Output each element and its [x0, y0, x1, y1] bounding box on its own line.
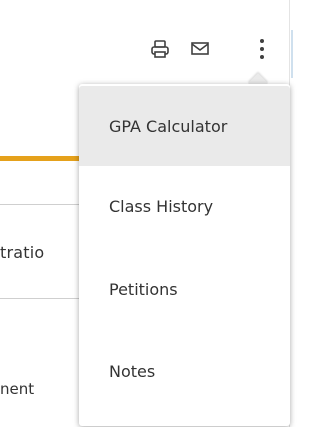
more-vertical-icon [260, 37, 264, 61]
mail-icon [191, 42, 209, 55]
more-options-menu: GPA Calculator Class History Petitions N… [79, 84, 290, 426]
menu-item-petitions[interactable]: Petitions [79, 249, 290, 329]
print-button[interactable] [145, 34, 175, 64]
email-button[interactable] [185, 34, 215, 64]
menu-item-notes[interactable]: Notes [79, 331, 290, 411]
section-accent-bar [0, 156, 80, 161]
printer-icon [151, 40, 169, 58]
menu-item-class-history[interactable]: Class History [79, 166, 290, 246]
toolbar-divider [291, 30, 293, 78]
tab-label-fragment: tratio [0, 243, 45, 262]
page: tratio nent GPA Calculator Class History… [0, 0, 335, 427]
more-options-button[interactable] [248, 34, 276, 64]
content-text-fragment: nent [0, 380, 35, 398]
menu-item-gpa-calculator[interactable]: GPA Calculator [79, 86, 290, 166]
